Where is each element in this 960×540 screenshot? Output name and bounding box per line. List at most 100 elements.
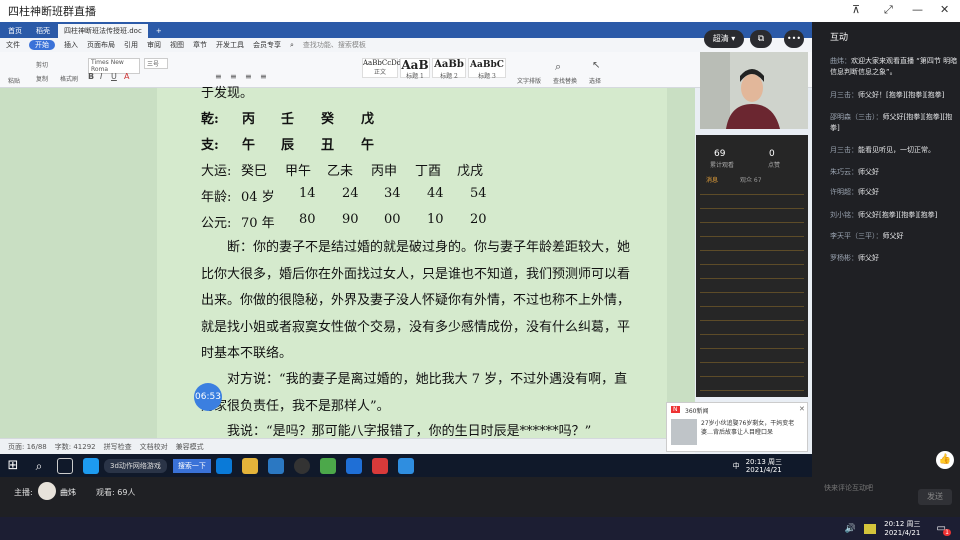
select-button[interactable]: 选择 (589, 76, 601, 85)
new-tab-icon[interactable]: + (150, 24, 168, 38)
font-color-button[interactable]: A (124, 72, 129, 81)
menu-layout[interactable]: 页面布局 (87, 40, 115, 50)
fullscreen-icon[interactable]: ⤢ (884, 3, 893, 17)
italic-button[interactable]: I (100, 72, 102, 81)
dayun-cell: 甲午 (285, 164, 312, 179)
presenter-figure (700, 52, 808, 129)
dayun-label: 大运: (201, 164, 232, 179)
send-button[interactable]: 发送 (918, 489, 952, 505)
wps-status-bar: 页面: 16/88 字数: 41292 拼写检查 文档校对 兼容模式 (0, 438, 695, 454)
host-bar: 主播: 曲炜 观看: 69人 (0, 477, 812, 517)
menu-insert[interactable]: 插入 (64, 40, 78, 50)
tab-docer[interactable]: 稻壳 (30, 24, 56, 38)
popout-icon[interactable]: ⧉ (750, 30, 772, 48)
chat-text: 师父好[抱拳][抱拳][抱拳] (858, 211, 938, 219)
dayun-cell: 乙未 (327, 164, 354, 179)
chat-message: 曲炜：欢迎大家来观看直播 “第四节 明暗信息判断信息之象”。 (830, 56, 958, 78)
menu-view[interactable]: 视图 (170, 40, 184, 50)
chat-text: 师父好 (858, 254, 879, 262)
font-size-select[interactable]: 三号 (144, 58, 168, 69)
task-view-icon[interactable] (57, 457, 73, 474)
sound-icon[interactable]: 🔊 (845, 524, 856, 534)
find-replace-button[interactable]: 查找替换 (553, 76, 577, 85)
align-justify-icon[interactable]: ≡ (260, 72, 267, 81)
style-heading-2[interactable]: AaBb 标题 2 (432, 58, 466, 80)
doc-line-top: 于发现。 (201, 86, 254, 101)
host-name: 曲炜 (60, 488, 76, 497)
style-heading-1[interactable]: AaB 标题 1 (400, 58, 430, 80)
spell-check[interactable]: 拼写检查 (104, 442, 132, 452)
menu-file[interactable]: 文件 (6, 40, 20, 50)
chat-user: 许明超： (830, 188, 858, 196)
menu-start[interactable]: 开始 (29, 40, 55, 50)
align-left-icon[interactable]: ≡ (215, 72, 222, 81)
mail-icon[interactable] (267, 457, 284, 474)
bold-button[interactable]: B (88, 72, 94, 81)
tab-document[interactable]: 四柱神断班法传授班.doc (58, 24, 148, 38)
app-tray-icon[interactable] (864, 523, 877, 534)
style-label: 标题 3 (478, 73, 496, 80)
message-list (700, 187, 804, 392)
tab-viewers[interactable]: 观众 67 (740, 175, 762, 184)
find-icon: ⌕ (555, 60, 562, 73)
chat-user: 罗杨彬： (830, 254, 858, 262)
chat-message: 月三击：师父好！[抱拳][抱拳][抱拳] (830, 90, 958, 101)
age-cell: 24 (342, 186, 359, 201)
style-normal[interactable]: AaBbCcDd 正文 (362, 58, 401, 78)
cut-button[interactable]: 剪切 (36, 60, 48, 69)
menu-reference[interactable]: 引用 (124, 40, 138, 50)
more-button[interactable]: ••• (784, 30, 804, 48)
chat-message: 月三击：能看见听见，一切正常。 (830, 145, 958, 156)
blue-app-icon[interactable] (345, 457, 362, 474)
quality-button[interactable]: 超清 ▾ (704, 30, 744, 48)
close-icon[interactable]: ✕ (940, 3, 949, 16)
tab-messages[interactable]: 消息 (706, 175, 718, 184)
green-app-icon[interactable] (319, 457, 336, 474)
menu-dev-tools[interactable]: 开发工具 (216, 40, 244, 50)
like-icon[interactable]: 👍 (936, 451, 954, 469)
close-icon[interactable]: ✕ (799, 405, 805, 413)
windows-start-icon[interactable]: ⊞ (5, 458, 21, 474)
format-painter-button[interactable]: 格式刷 (60, 74, 78, 83)
underline-button[interactable]: U (111, 72, 117, 81)
edge-icon[interactable] (215, 457, 232, 474)
menu-review[interactable]: 审阅 (147, 40, 161, 50)
inner-search-box[interactable]: 搜索一下 (172, 458, 211, 473)
minimize-icon[interactable]: — (912, 3, 923, 16)
timer-badge[interactable]: 06:53 (194, 383, 222, 411)
doc-check[interactable]: 文档校对 (140, 442, 168, 452)
app-icon[interactable] (83, 457, 99, 474)
views-label: 累计观看 (710, 162, 735, 169)
document-page[interactable]: 于发现。 乾: 丙 壬 癸 戊 支: 午 辰 丑 午 大运: 癸巳 甲午 乙未 … (157, 86, 667, 438)
chat-user: 李天平（三平）： (830, 232, 883, 240)
menu-chapter[interactable]: 章节 (193, 40, 207, 50)
search-input[interactable]: 查找功能、搜索模板 (303, 40, 366, 50)
age-label: 年龄: (201, 190, 232, 205)
menu-member[interactable]: 会员专享 (253, 40, 281, 50)
pin-icon[interactable]: ⊼ (852, 3, 860, 16)
comment-input[interactable]: 快来评论互动吧 (824, 483, 873, 493)
wps-ribbon: 粘贴 剪切 复制 格式刷 Times New Roma 三号 B I U A ≡… (0, 52, 812, 88)
align-center-icon[interactable]: ≡ (230, 72, 237, 81)
notification-icon[interactable]: ▭ 1 (937, 523, 951, 536)
search-icon[interactable]: ⌕ (31, 458, 47, 474)
live-app-icon[interactable] (397, 457, 414, 474)
chat-user: 朱巧云： (830, 168, 858, 176)
chat-message: 刘小铭：师父好[抱拳][抱拳][抱拳] (830, 210, 958, 221)
age-cell: 34 (384, 186, 401, 201)
chat-message: 许明超：师父好 (830, 187, 958, 198)
chat-user: 月三击： (830, 146, 858, 154)
inner-app-label[interactable]: 3d动作网络游戏 (104, 458, 167, 473)
news-popup[interactable]: N 360新闻 ✕ 27岁小伙追娶76岁剩女，干妈变老婆…背后故事让人目瞪口呆 (666, 402, 808, 452)
text-layout-button[interactable]: 文字排版 (517, 76, 541, 85)
paste-button[interactable]: 粘贴 (8, 76, 20, 85)
align-right-icon[interactable]: ≡ (245, 72, 252, 81)
search-icon: ⌕ (290, 40, 294, 49)
wps-icon[interactable] (371, 457, 388, 474)
copy-button[interactable]: 复制 (36, 74, 48, 83)
tab-home[interactable]: 首页 (2, 24, 28, 38)
xbox-icon[interactable] (293, 457, 310, 474)
style-heading-3[interactable]: AaBbC 标题 3 (468, 58, 506, 80)
folder-icon[interactable] (241, 457, 258, 474)
avatar[interactable] (38, 482, 56, 500)
